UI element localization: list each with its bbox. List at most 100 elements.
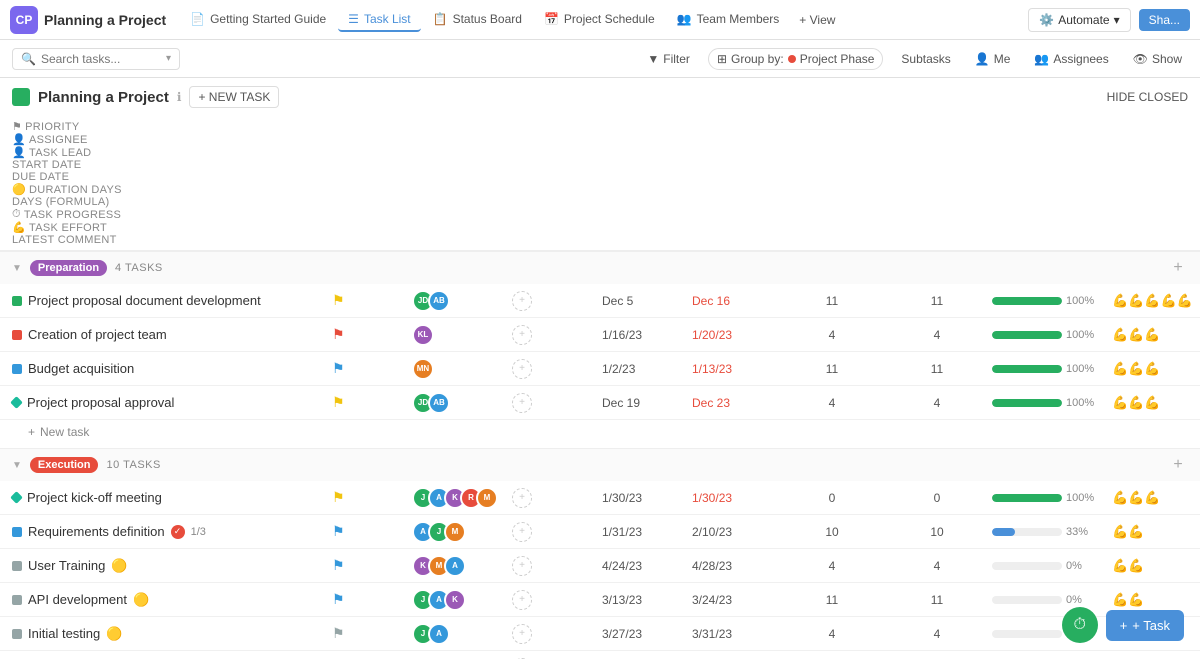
automate-button[interactable]: ⚙️ Automate ▾ bbox=[1028, 8, 1130, 32]
priority-cell: ⚑ bbox=[332, 489, 412, 506]
task-row[interactable]: Requirements definition ✓ 1/3 ⚑ A J M + … bbox=[0, 515, 1200, 549]
assignee-cell: J A K bbox=[412, 589, 512, 611]
assignee-cell: JD AB bbox=[412, 290, 512, 312]
task-row[interactable]: Project proposal approval ⚑ JD AB + Dec … bbox=[0, 386, 1200, 420]
priority-icon: ⚑ bbox=[332, 489, 345, 505]
show-button[interactable]: 👁 Show bbox=[1127, 49, 1188, 69]
effort-icons: 💪💪💪💪💪 bbox=[1112, 293, 1193, 309]
due-date-cell: Dec 16 bbox=[692, 294, 782, 308]
tab-team-members[interactable]: 👥 Team Members bbox=[667, 8, 790, 32]
new-task-preparation-button[interactable]: + New task bbox=[0, 420, 1200, 444]
search-box[interactable]: 🔍 ▾ bbox=[12, 48, 180, 70]
col-duration[interactable]: 🟡 DURATION DAYS bbox=[12, 183, 1188, 196]
search-icon: 🔍 bbox=[21, 52, 36, 66]
progress-cell: 100% bbox=[992, 295, 1112, 307]
share-button[interactable]: Sha... bbox=[1139, 9, 1190, 31]
col-assignee[interactable]: 👤 ASSIGNEE bbox=[12, 133, 1188, 146]
task-lead-icon: + bbox=[512, 590, 532, 610]
task-lead-icon: + bbox=[512, 291, 532, 311]
add-view-button[interactable]: + View bbox=[791, 9, 843, 31]
section-execution-header: ▼ Execution 10 TASKS + bbox=[0, 448, 1200, 481]
group-by-icon: ⊞ bbox=[717, 52, 727, 66]
subtasks-button[interactable]: Subtasks bbox=[895, 49, 956, 69]
priority-icon: ⚑ bbox=[332, 557, 345, 573]
progress-label: 100% bbox=[1066, 295, 1094, 307]
execution-badge: Execution bbox=[30, 457, 99, 473]
tab-project-schedule[interactable]: 📅 Project Schedule bbox=[534, 8, 665, 32]
effort-icons: 💪💪💪 bbox=[1112, 327, 1161, 343]
priority-icon: ⚑ bbox=[332, 591, 345, 607]
show-icon: 👁 bbox=[1133, 52, 1148, 66]
filter-button[interactable]: ▼ Filter bbox=[641, 49, 696, 69]
effort-cell: 💪💪💪 bbox=[1112, 490, 1200, 506]
task-row[interactable]: Budget acquisition ⚑ MN + 1/2/23 1/13/23… bbox=[0, 352, 1200, 386]
effort-cell: 💪💪💪 bbox=[1112, 361, 1200, 377]
collapse-execution-icon[interactable]: ▼ bbox=[12, 460, 22, 471]
col-start-date[interactable]: START DATE bbox=[12, 159, 1188, 171]
col-priority[interactable]: ⚑ PRIORITY bbox=[12, 120, 1188, 133]
task-lead-icon: + bbox=[512, 488, 532, 508]
col-task-effort[interactable]: 💪 TASK EFFORT bbox=[12, 221, 1188, 234]
progress-label: 100% bbox=[1066, 329, 1094, 341]
progress-bar-wrap bbox=[992, 528, 1062, 536]
subtask-count: 1/3 bbox=[191, 526, 206, 538]
info-icon[interactable]: ℹ bbox=[177, 90, 182, 104]
task-color-dot bbox=[12, 595, 22, 605]
tab-task-list[interactable]: ☰ Task List bbox=[338, 8, 420, 32]
tab-getting-started[interactable]: 📄 Getting Started Guide bbox=[180, 8, 336, 32]
column-headers: ⚑ PRIORITY 👤 ASSIGNEE 👤 TASK LEAD START … bbox=[0, 116, 1200, 251]
progress-cell: 100% bbox=[992, 329, 1112, 341]
warning-emoji: 🟡 bbox=[106, 626, 122, 642]
task-row[interactable]: Project proposal document development ⚑ … bbox=[0, 284, 1200, 318]
group-by-button[interactable]: ⊞ Group by: Project Phase bbox=[708, 48, 883, 70]
assignees-button[interactable]: 👥 Assignees bbox=[1028, 49, 1114, 69]
add-task-main-button[interactable]: + + Task bbox=[1106, 610, 1184, 641]
due-date-cell: 4/28/23 bbox=[692, 559, 782, 573]
priority-cell: ⚑ bbox=[332, 360, 412, 377]
priority-icon: ⚑ bbox=[332, 625, 345, 641]
due-date-cell: 2/10/23 bbox=[692, 525, 782, 539]
col-days-formula[interactable]: DAYS (FORMULA) bbox=[12, 196, 1188, 208]
task-row[interactable]: Project kick-off meeting ⚑ J A K R M + 1… bbox=[0, 481, 1200, 515]
task-row[interactable]: Creation of project team ⚑ KL + 1/16/23 … bbox=[0, 318, 1200, 352]
task-row[interactable]: API development 🟡 ⚑ J A K + 3/13/23 3/24… bbox=[0, 583, 1200, 617]
me-button[interactable]: 👤 Me bbox=[969, 49, 1017, 69]
progress-label: 0% bbox=[1066, 594, 1082, 606]
effort-icon: 💪 bbox=[12, 221, 26, 234]
add-preparation-button[interactable]: + bbox=[1168, 258, 1188, 278]
collapse-preparation-icon[interactable]: ▼ bbox=[12, 263, 22, 274]
task-row[interactable]: User Training 🟡 ⚑ K M A + 4/24/23 4/28/2… bbox=[0, 549, 1200, 583]
warning-emoji: 🟡 bbox=[133, 592, 149, 608]
task-name-text: Project proposal approval bbox=[27, 395, 174, 410]
sub-toolbar: 🔍 ▾ ▼ Filter ⊞ Group by: Project Phase S… bbox=[0, 40, 1200, 78]
task-row[interactable]: Usability testing 🟡 ⚑ CA T + 4/10/23 4/1… bbox=[0, 651, 1200, 659]
days-formula-cell: 11 bbox=[882, 294, 992, 308]
search-input[interactable] bbox=[41, 52, 161, 66]
effort-cell: 💪💪💪💪💪 bbox=[1112, 293, 1200, 309]
task-row[interactable]: Initial testing 🟡 ⚑ J A + 3/27/23 3/31/2… bbox=[0, 617, 1200, 651]
priority-cell: ⚑ bbox=[332, 625, 412, 642]
avatar: A bbox=[428, 623, 450, 645]
tab-status-board[interactable]: 📋 Status Board bbox=[423, 8, 532, 32]
col-task-lead[interactable]: 👤 TASK LEAD bbox=[12, 146, 1188, 159]
plus-icon: + bbox=[28, 425, 35, 439]
start-date-cell: Dec 5 bbox=[602, 294, 692, 308]
col-task-progress[interactable]: ⏱ TASK PROGRESS bbox=[12, 208, 1188, 221]
new-task-header-button[interactable]: + NEW TASK bbox=[189, 86, 279, 108]
preparation-count: 4 TASKS bbox=[115, 262, 163, 274]
task-lead-cell: + bbox=[512, 590, 602, 610]
priority-icon: ⚑ bbox=[332, 292, 345, 308]
start-date-cell: 1/2/23 bbox=[602, 362, 692, 376]
filter-icon: ▼ bbox=[647, 52, 659, 66]
add-execution-button[interactable]: + bbox=[1168, 455, 1188, 475]
avatar: KL bbox=[412, 324, 434, 346]
col-due-date[interactable]: DUE DATE bbox=[12, 171, 1188, 183]
timer-button[interactable]: ⏱ bbox=[1062, 607, 1098, 643]
progress-label: 33% bbox=[1066, 526, 1088, 538]
assignee-cell: JD AB bbox=[412, 392, 512, 414]
progress-bar-wrap bbox=[992, 630, 1062, 638]
hide-closed-button[interactable]: HIDE CLOSED bbox=[1107, 90, 1188, 104]
task-lead-cell: + bbox=[512, 359, 602, 379]
priority-cell: ⚑ bbox=[332, 326, 412, 343]
priority-icon: ⚑ bbox=[332, 523, 345, 539]
